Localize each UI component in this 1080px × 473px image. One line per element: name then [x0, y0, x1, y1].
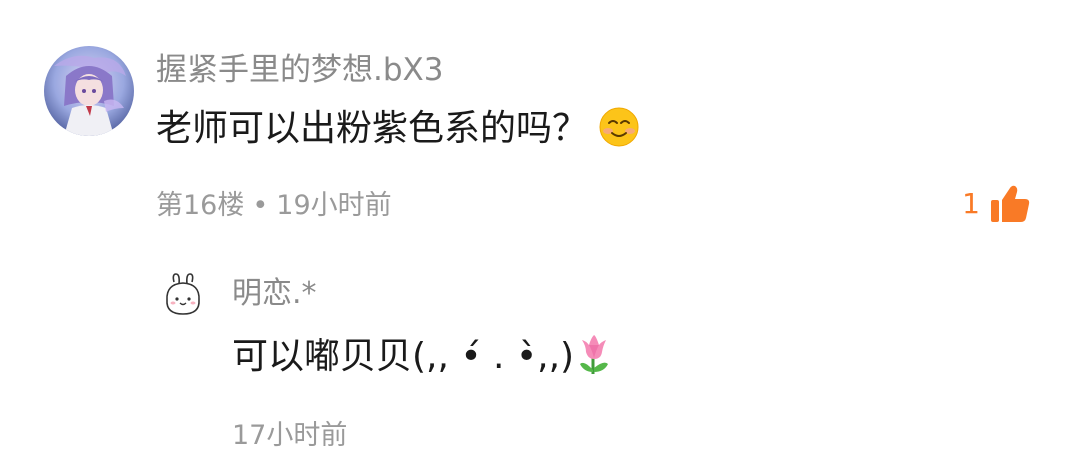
reply-avatar[interactable] [160, 272, 206, 318]
comment-meta: 第16楼 • 19小时前 [156, 188, 392, 224]
reply-username[interactable]: 明恋.* [232, 274, 317, 314]
comment-body: 老师可以出粉紫色系的吗？ [156, 108, 589, 149]
comment-text: 老师可以出粉紫色系的吗？ [156, 105, 640, 153]
meta-separator: • [252, 190, 269, 221]
avatar[interactable] [44, 46, 134, 136]
like-count: 1 [962, 187, 980, 220]
comment-time: 19小时前 [276, 190, 392, 221]
like-button[interactable]: 1 [962, 182, 1032, 226]
comment-username[interactable]: 握紧手里的梦想.bX3 [156, 50, 444, 90]
smiling-face-icon [598, 106, 640, 148]
tulip-icon [576, 332, 612, 376]
reply-body: 可以嘟贝贝(,, •́ . •̀,,) [232, 336, 575, 377]
floor-number: 第16楼 [156, 190, 245, 221]
reply-time: 17小时前 [232, 420, 348, 451]
reply-text: 可以嘟贝贝(,, •́ . •̀,,) [232, 332, 612, 382]
thumbs-up-icon[interactable] [988, 182, 1032, 226]
